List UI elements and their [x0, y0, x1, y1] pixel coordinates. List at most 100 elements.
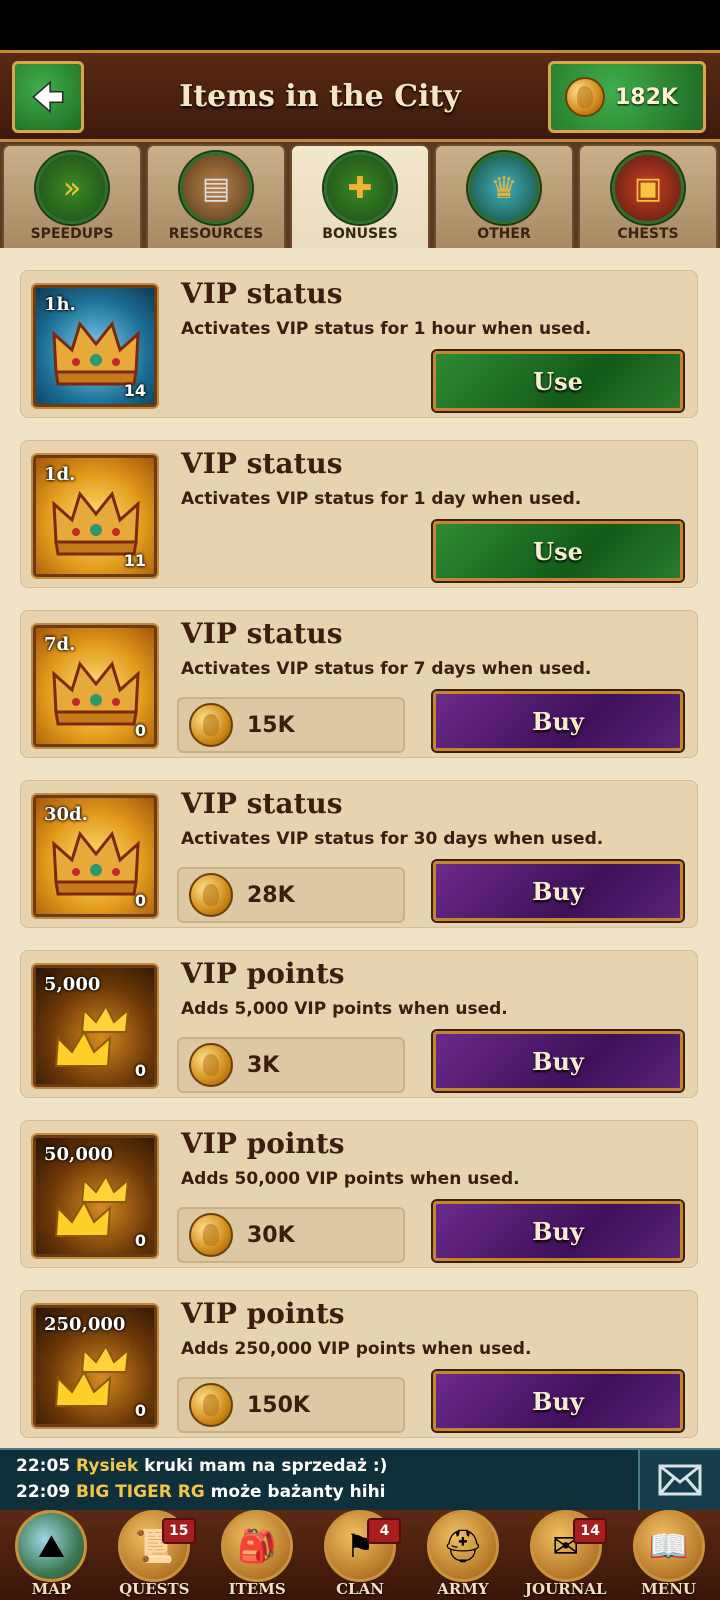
- vip-crown-item-icon: 1h. 14: [33, 285, 157, 407]
- item-count: 0: [134, 891, 146, 910]
- other-items-icon: ♛: [468, 152, 540, 224]
- points-label: 250,000: [44, 1314, 126, 1335]
- backpack-icon: 🎒: [221, 1510, 294, 1582]
- resources-icon: ▤: [180, 152, 252, 224]
- double-crown-icon: [54, 1003, 130, 1067]
- item-description: Adds 50,000 VIP points when used.: [181, 1169, 520, 1189]
- item-count: 0: [134, 721, 146, 740]
- chat-preview[interactable]: 22:05 Rysiek kruki mam na sprzedaż :) 22…: [0, 1448, 720, 1510]
- price-value: 28K: [247, 882, 295, 908]
- price-box: 15K: [177, 697, 405, 753]
- gold-coin-icon: [565, 77, 605, 117]
- duration-label: 30d.: [44, 804, 88, 825]
- tab-resources[interactable]: ▤ RESOURCES: [146, 144, 286, 248]
- tab-speedups[interactable]: » SPEEDUPS: [2, 144, 142, 248]
- item-list: 1h. 14 VIP status Activates VIP status f…: [0, 248, 720, 1448]
- tab-bonuses[interactable]: ✚ BONUSES: [290, 144, 430, 248]
- bottom-nav: ⛰ MAP 📜 15 QUESTS 🎒 ITEMS ⚑ 4 CLAN ⛑ ARM…: [0, 1510, 720, 1600]
- nav-quests[interactable]: 📜 15 QUESTS: [103, 1510, 206, 1600]
- nav-items[interactable]: 🎒 ITEMS: [206, 1510, 309, 1600]
- use-button[interactable]: Use: [433, 521, 683, 581]
- buy-button[interactable]: Buy: [433, 1371, 683, 1431]
- chat-message: 22:05 Rysiek kruki mam na sprzedaż :): [16, 1456, 387, 1476]
- nav-clan[interactable]: ⚑ 4 CLAN: [309, 1510, 412, 1600]
- buy-button[interactable]: Buy: [433, 1031, 683, 1091]
- nav-map[interactable]: ⛰ MAP: [0, 1510, 103, 1600]
- list-item: 1h. 14 VIP status Activates VIP status f…: [20, 270, 698, 418]
- double-crown-icon: [54, 1343, 130, 1407]
- gold-coin-icon: [189, 1043, 233, 1087]
- item-title: VIP status: [181, 617, 343, 650]
- list-item: 7d. 0 VIP status Activates VIP status fo…: [20, 610, 698, 758]
- tab-label: CHESTS: [617, 226, 679, 242]
- price-value: 15K: [247, 712, 295, 738]
- list-item: 30d. 0 VIP status Activates VIP status f…: [20, 780, 698, 928]
- tab-other[interactable]: ♛ OTHER: [434, 144, 574, 248]
- item-count: 11: [123, 551, 146, 570]
- nav-army[interactable]: ⛑ ARMY: [411, 1510, 514, 1600]
- chat-nick: BIG TIGER RG: [76, 1482, 205, 1502]
- tab-label: RESOURCES: [168, 226, 264, 242]
- buy-button[interactable]: Buy: [433, 691, 683, 751]
- list-item: 250,000 0 VIP points Adds 250,000 VIP po…: [20, 1290, 698, 1438]
- quests-badge: 15: [161, 1518, 196, 1544]
- nav-label: CLAN: [336, 1580, 384, 1598]
- buy-button[interactable]: Buy: [433, 1201, 683, 1261]
- envelope-icon: [658, 1464, 702, 1496]
- gold-coin-icon: [189, 1213, 233, 1257]
- double-crown-icon: [54, 1173, 130, 1237]
- nav-label: MENU: [641, 1580, 696, 1598]
- item-title: VIP points: [181, 1297, 345, 1330]
- vip-points-item-icon: 250,000 0: [33, 1305, 157, 1427]
- item-title: VIP points: [181, 957, 345, 990]
- gold-coin-icon: [189, 873, 233, 917]
- map-icon: ⛰: [15, 1510, 88, 1582]
- item-description: Activates VIP status for 7 days when use…: [181, 659, 592, 679]
- points-label: 50,000: [44, 1144, 113, 1165]
- use-button[interactable]: Use: [433, 351, 683, 411]
- helmet-icon: ⛑: [426, 1510, 499, 1582]
- list-item: 5,000 0 VIP points Adds 5,000 VIP points…: [20, 950, 698, 1098]
- chat-time: 22:09: [16, 1482, 71, 1502]
- nav-label: ITEMS: [228, 1580, 286, 1598]
- clan-badge: 4: [367, 1518, 402, 1544]
- nav-journal[interactable]: ✉ 14 JOURNAL: [514, 1510, 617, 1600]
- points-label: 5,000: [44, 974, 101, 995]
- nav-label: QUESTS: [119, 1580, 190, 1598]
- tab-label: SPEEDUPS: [30, 226, 114, 242]
- book-icon: 📖: [632, 1510, 705, 1582]
- gold-balance-button[interactable]: 182K: [548, 61, 706, 133]
- item-description: Adds 250,000 VIP points when used.: [181, 1339, 532, 1359]
- vip-crown-item-icon: 30d. 0: [33, 795, 157, 917]
- duration-label: 7d.: [44, 634, 76, 655]
- item-count: 0: [134, 1231, 146, 1250]
- item-title: VIP points: [181, 1127, 345, 1160]
- vip-points-item-icon: 5,000 0: [33, 965, 157, 1087]
- tab-chests[interactable]: ▣ CHESTS: [578, 144, 718, 248]
- nav-label: MAP: [31, 1580, 72, 1598]
- back-button[interactable]: [12, 61, 84, 133]
- buy-button[interactable]: Buy: [433, 861, 683, 921]
- duration-label: 1d.: [44, 464, 76, 485]
- nav-label: ARMY: [437, 1580, 489, 1598]
- chat-text: może bażanty hihi: [210, 1482, 386, 1502]
- journal-badge: 14: [573, 1518, 608, 1544]
- price-value: 30K: [247, 1222, 295, 1248]
- speedup-arrows-icon: »: [36, 152, 108, 224]
- vip-points-item-icon: 50,000 0: [33, 1135, 157, 1257]
- item-description: Activates VIP status for 1 day when used…: [181, 489, 582, 509]
- back-arrow-icon: [32, 80, 64, 114]
- bonus-cross-icon: ✚: [324, 152, 396, 224]
- vip-crown-item-icon: 7d. 0: [33, 625, 157, 747]
- item-description: Adds 5,000 VIP points when used.: [181, 999, 508, 1019]
- chat-text: kruki mam na sprzedaż :): [144, 1456, 388, 1476]
- mail-button[interactable]: [638, 1450, 720, 1510]
- nav-menu[interactable]: 📖 MENU: [617, 1510, 720, 1600]
- item-title: VIP status: [181, 447, 343, 480]
- price-box: 3K: [177, 1037, 405, 1093]
- crown-icon: [52, 660, 140, 726]
- page-title: Items in the City: [179, 78, 461, 114]
- gold-coin-icon: [189, 1383, 233, 1427]
- tab-label: OTHER: [477, 226, 531, 242]
- header-bar: Items in the City 182K: [0, 50, 720, 142]
